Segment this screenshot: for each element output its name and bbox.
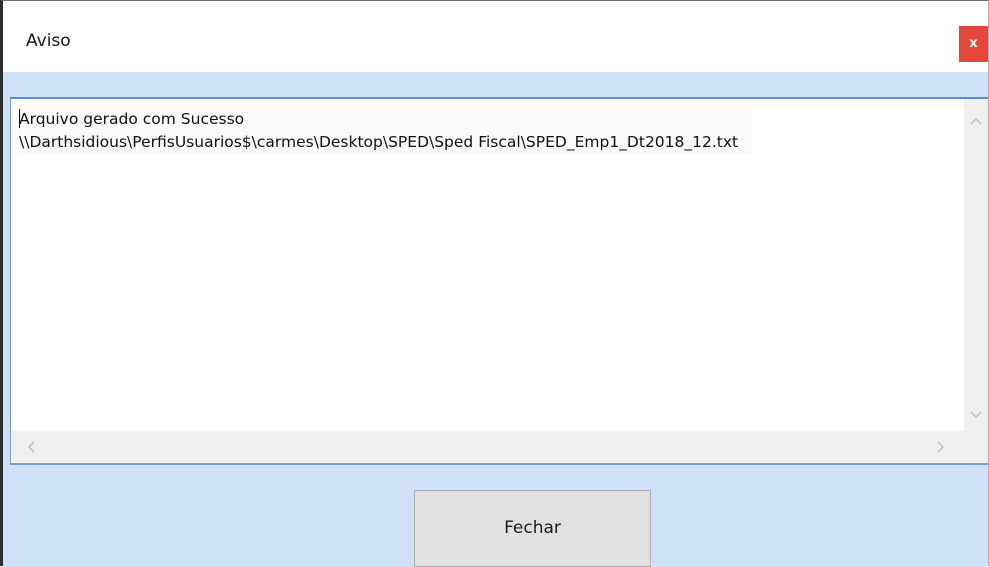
chevron-up-icon-svg [970,118,982,125]
message-text: Arquivo gerado com Sucesso \\Darthsidiou… [19,108,753,154]
vertical-scrollbar[interactable] [964,99,988,431]
text-caret [19,109,20,128]
window-title: Aviso [26,31,71,51]
fechar-button[interactable]: Fechar [414,490,651,567]
horizontal-scrollbar[interactable] [11,431,964,463]
chevron-left-icon-svg [28,441,35,452]
message-line-2: \\Darthsidious\PerfisUsuarios$\carmes\De… [19,133,739,151]
close-window-button[interactable]: x [959,26,988,62]
chevron-up-icon[interactable] [964,111,988,131]
chevron-down-icon[interactable] [964,405,988,425]
chevron-right-icon[interactable] [931,431,951,463]
title-bar: Aviso x [3,1,988,72]
scrollbar-corner [964,431,988,463]
chevron-left-icon[interactable] [21,431,41,463]
message-text-area[interactable]: Arquivo gerado com Sucesso \\Darthsidiou… [10,97,988,465]
dialog-footer: Fechar [3,467,988,567]
dialog-window: Aviso x Arquivo gerado com Sucesso \\Dar… [0,0,989,567]
message-line-1: Arquivo gerado com Sucesso [19,110,245,128]
chevron-right-icon-svg [937,441,944,452]
chevron-down-icon-svg [970,411,982,418]
message-textbox[interactable]: Arquivo gerado com Sucesso \\Darthsidiou… [11,99,964,431]
